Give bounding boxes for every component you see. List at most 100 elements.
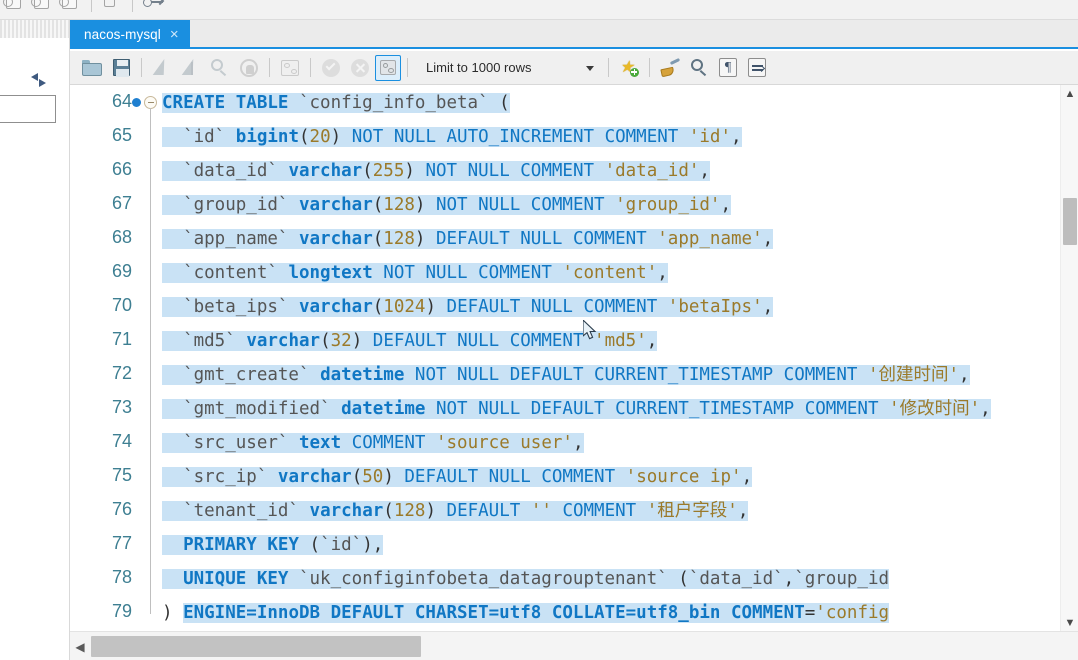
- code-line[interactable]: `tenant_id` varchar(128) DEFAULT '' COMM…: [162, 494, 749, 528]
- hscroll-thumb[interactable]: [91, 636, 421, 657]
- execute-statement-button[interactable]: [148, 54, 176, 82]
- chevron-down-icon[interactable]: [586, 65, 594, 71]
- code-token: `gmt_create`: [183, 365, 310, 385]
- code-token: '创建时间': [867, 365, 960, 385]
- code-line[interactable]: `app_name` varchar(128) DEFAULT NULL COM…: [162, 222, 774, 256]
- code-token: `src_ip`: [183, 467, 268, 487]
- code-token: [404, 365, 415, 385]
- line-number: 64: [111, 91, 132, 111]
- code-line[interactable]: PRIMARY KEY (`id`),: [162, 528, 384, 562]
- rollback-button[interactable]: [346, 54, 374, 82]
- code-token: [298, 501, 310, 521]
- save-snippet-button[interactable]: ★: [615, 54, 643, 82]
- execute-current-button[interactable]: [177, 54, 205, 82]
- row-limit-select[interactable]: Limit to 1000 rows: [420, 56, 602, 80]
- code-token: [288, 433, 299, 453]
- tab-nacos-mysql[interactable]: nacos-mysql ×: [70, 20, 190, 49]
- editor-tab-bar: nacos-mysql ×: [70, 20, 1078, 49]
- line-number: 73: [111, 397, 132, 417]
- code-token: '修改时间': [889, 399, 981, 419]
- code-token: (: [383, 501, 394, 521]
- code-token: CREATE TABLE: [162, 93, 299, 113]
- code-token: =InnoDB: [246, 603, 331, 623]
- code-line[interactable]: UNIQUE KEY `uk_configinfobeta_datagroupt…: [162, 562, 890, 596]
- line-number: 79: [111, 601, 132, 621]
- code-line[interactable]: `beta_ips` varchar(1024) DEFAULT NULL CO…: [162, 290, 774, 324]
- code-token: varchar: [309, 501, 384, 521]
- code-line[interactable]: `id` bigint(20) NOT NULL AUTO_INCREMENT …: [162, 120, 742, 154]
- panel-grip[interactable]: [0, 20, 70, 38]
- toggle-wrapping-button[interactable]: [743, 54, 771, 82]
- vscroll-thumb[interactable]: [1063, 198, 1077, 245]
- line-number-gutter[interactable]: 64 65 66 67 68 69 70 71 72 73 74 75 76 77 78 79: [70, 85, 162, 631]
- find-button[interactable]: [685, 54, 713, 82]
- toolbar-divider: [310, 58, 311, 77]
- toggle-invisible-button[interactable]: ¶: [714, 54, 742, 82]
- code-token: =utf8: [488, 603, 552, 623]
- add-row-icon[interactable]: [59, 0, 82, 12]
- code-token: ,: [646, 331, 658, 351]
- code-token: [162, 433, 184, 453]
- code-line[interactable]: `content` longtext NOT NULL COMMENT 'con…: [162, 256, 668, 290]
- code-line[interactable]: ) ENGINE=InnoDB DEFAULT CHARSET=utf8 COL…: [162, 596, 890, 630]
- beautify-query-button[interactable]: [656, 54, 684, 82]
- code-token: ): [404, 161, 426, 181]
- code-token: 'betaIps': [667, 297, 763, 317]
- code-token: ENGINE: [183, 603, 247, 623]
- code-line[interactable]: CREATE TABLE `config_info_beta` (: [162, 86, 510, 120]
- swap-connection-icon[interactable]: [142, 0, 165, 12]
- stop-execution-button[interactable]: [235, 54, 263, 82]
- code-token: DEFAULT NULL COMMENT: [435, 229, 658, 249]
- horizontal-scrollbar[interactable]: ◀: [70, 631, 1078, 660]
- code-token: `md5`: [183, 331, 236, 351]
- star-plus-icon: ★: [620, 59, 639, 77]
- code-token: ,: [737, 501, 749, 521]
- code-token: 'source ip': [625, 467, 742, 487]
- code-line[interactable]: `gmt_create` datetime NOT NULL DEFAULT C…: [162, 358, 970, 392]
- code-line[interactable]: `src_user` text COMMENT 'source user',: [162, 426, 584, 460]
- code-line[interactable]: `data_id` varchar(255) NOT NULL COMMENT …: [162, 154, 710, 188]
- line-number: 75: [111, 465, 132, 485]
- add-result-icon[interactable]: [31, 0, 54, 12]
- commit-button[interactable]: [317, 54, 345, 82]
- swap-panel-icon[interactable]: [31, 73, 47, 87]
- code-token: [162, 569, 184, 589]
- code-line[interactable]: `md5` varchar(32) DEFAULT NULL COMMENT '…: [162, 324, 658, 358]
- code-line[interactable]: `group_id` varchar(128) NOT NULL COMMENT…: [162, 188, 732, 222]
- code-token: UNIQUE KEY: [183, 569, 299, 589]
- breakpoint-dot[interactable]: [132, 98, 141, 107]
- stop-hand-icon: [240, 58, 258, 77]
- code-token: (: [309, 535, 321, 555]
- code-token: 50: [362, 467, 384, 487]
- inspect-icon[interactable]: [101, 0, 123, 12]
- chevron-down-icon[interactable]: ▼: [1061, 614, 1078, 631]
- code-token: '租户字段': [646, 501, 738, 521]
- chevron-up-icon[interactable]: ▲: [1061, 85, 1078, 102]
- code-token: `gmt_modified`: [183, 399, 331, 419]
- code-token: ,: [731, 127, 742, 147]
- prev-result-icon[interactable]: [3, 0, 26, 12]
- code-text-area[interactable]: CREATE TABLE `config_info_beta` ( `id` b…: [162, 85, 1078, 631]
- code-line[interactable]: `src_ip` varchar(50) DEFAULT NULL COMMEN…: [162, 460, 753, 494]
- search-icon: [690, 58, 708, 77]
- toggle-stop-on-error-button[interactable]: [276, 54, 304, 82]
- code-token: [330, 399, 342, 419]
- chevron-left-icon[interactable]: ◀: [70, 634, 90, 659]
- toggle-autocommit-button[interactable]: [375, 54, 401, 81]
- save-sql-script-button[interactable]: [107, 54, 135, 82]
- code-token: [288, 229, 299, 249]
- vertical-scrollbar[interactable]: ▲ ▼: [1060, 85, 1078, 631]
- code-token: datetime: [320, 365, 405, 385]
- open-sql-script-button[interactable]: [78, 54, 106, 82]
- code-token: varchar: [277, 467, 352, 487]
- code-token: 'content': [562, 263, 658, 283]
- autocommit-icon: [380, 60, 396, 75]
- close-icon[interactable]: ×: [170, 27, 179, 42]
- x-circle-icon: [351, 58, 369, 77]
- explain-plan-button[interactable]: [206, 54, 234, 82]
- code-token: ): [425, 297, 447, 317]
- code-token: COMMENT: [351, 433, 436, 453]
- row-limit-label: Limit to 1000 rows: [426, 60, 532, 75]
- sql-code-editor[interactable]: 64 65 66 67 68 69 70 71 72 73 74 75 76 77 78 79 CREATE …: [70, 85, 1078, 631]
- code-line[interactable]: `gmt_modified` datetime NOT NULL DEFAULT…: [162, 392, 991, 426]
